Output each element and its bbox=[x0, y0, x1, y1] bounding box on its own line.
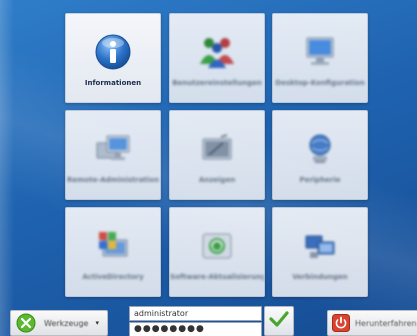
password-field[interactable]: ●●●●●●●● bbox=[129, 322, 262, 336]
tile-label: Peripherie bbox=[299, 176, 341, 184]
tile-label: Desktop-Konfiguration bbox=[275, 79, 365, 87]
tools-label: Werkzeuge bbox=[44, 318, 89, 328]
users-icon bbox=[197, 34, 237, 70]
remote-monitor-icon bbox=[93, 131, 133, 167]
tile-remote-administration[interactable]: Remote-Administration bbox=[65, 110, 161, 200]
tile-label: Verbindungen bbox=[292, 273, 348, 281]
tile-label: Anzeigen bbox=[198, 176, 236, 184]
background-edge bbox=[0, 0, 14, 336]
directory-icon bbox=[93, 228, 133, 264]
shutdown-label: Herunterfahren bbox=[355, 318, 417, 328]
tile-label: ActiveDirectory bbox=[82, 273, 144, 281]
shutdown-button[interactable]: Herunterfahren bbox=[327, 310, 417, 336]
username-field[interactable]: administrator bbox=[129, 306, 262, 321]
tile-desktop-konfiguration[interactable]: Desktop-Konfiguration bbox=[272, 13, 368, 103]
checkmark-icon bbox=[269, 310, 289, 332]
chevron-down-icon: ▾ bbox=[95, 319, 99, 327]
tile-benutzereinstellungen[interactable]: Benutzereinstellungen bbox=[169, 13, 265, 103]
tile-label: Benutzereinstellungen bbox=[172, 79, 262, 87]
display-icon bbox=[197, 131, 237, 167]
tile-label: Informationen bbox=[84, 79, 142, 87]
monitor-icon bbox=[300, 34, 340, 70]
tile-label: Remote-Administration bbox=[67, 176, 159, 184]
login-button[interactable] bbox=[264, 306, 294, 336]
tile-software-aktualisierung[interactable]: Software-Aktualisierung bbox=[169, 207, 265, 297]
network-icon bbox=[300, 228, 340, 264]
tile-verbindungen[interactable]: Verbindungen bbox=[272, 207, 368, 297]
globe-device-icon bbox=[300, 131, 340, 167]
tile-activedirectory[interactable]: ActiveDirectory bbox=[65, 207, 161, 297]
tools-icon bbox=[16, 313, 36, 333]
tile-peripherie[interactable]: Peripherie bbox=[272, 110, 368, 200]
tile-anzeigen[interactable]: Anzeigen bbox=[169, 110, 265, 200]
update-icon bbox=[197, 228, 237, 264]
power-icon bbox=[332, 314, 350, 332]
info-icon bbox=[93, 34, 133, 70]
tile-label: Software-Aktualisierung bbox=[170, 273, 264, 281]
tools-button[interactable]: Werkzeuge ▾ bbox=[10, 310, 108, 336]
tile-informationen[interactable]: Informationen bbox=[65, 13, 161, 103]
